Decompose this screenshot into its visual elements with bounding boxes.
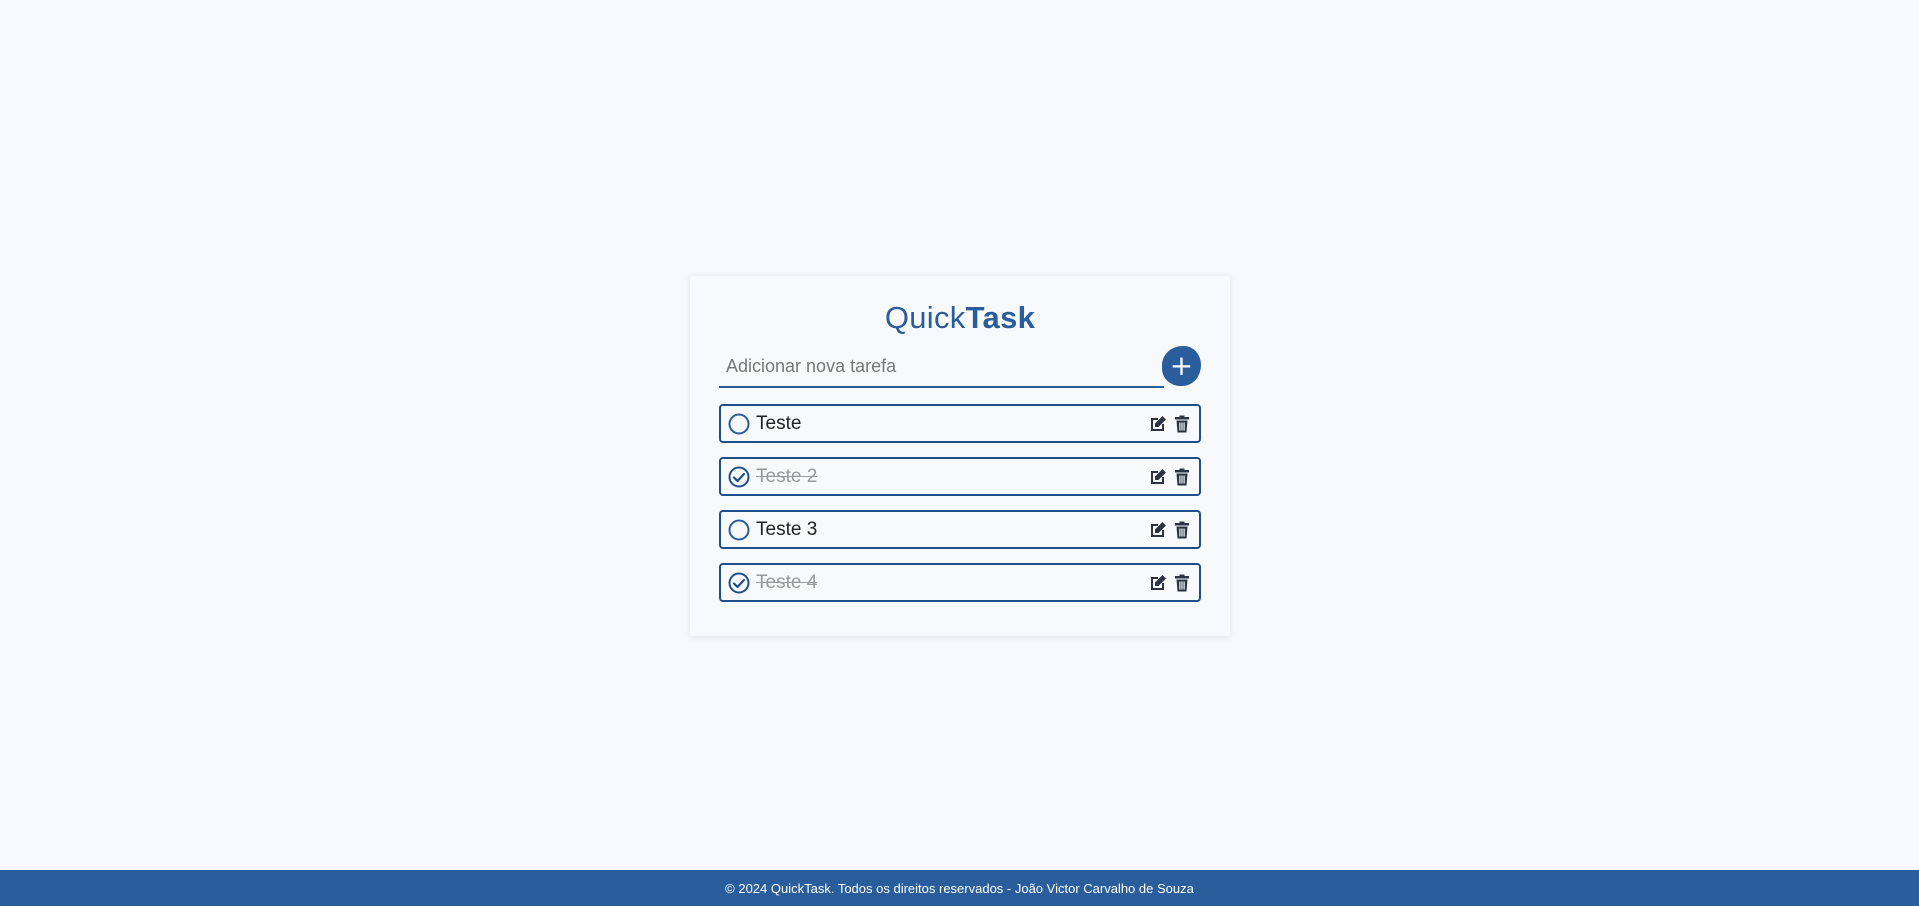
app-title: QuickTask: [719, 298, 1201, 338]
add-task-button[interactable]: +: [1162, 346, 1201, 386]
footer-copyright: © 2024 QuickTask. Todos os direitos rese…: [725, 881, 1194, 896]
trash-icon[interactable]: [1172, 520, 1192, 540]
edit-icon[interactable]: [1148, 520, 1168, 540]
footer: © 2024 QuickTask. Todos os direitos rese…: [0, 870, 1919, 906]
page: QuickTask + Teste: [0, 0, 1919, 906]
check-circle-icon[interactable]: [728, 572, 750, 594]
task-text: Teste 2: [756, 465, 818, 487]
task-actions: [1148, 467, 1192, 487]
task-text: Teste: [756, 412, 802, 434]
task-actions: [1148, 573, 1192, 593]
task-item: Teste 4: [719, 563, 1201, 602]
task-item: Teste 3: [719, 510, 1201, 549]
task-item: Teste: [719, 404, 1201, 443]
task-item: Teste 2: [719, 457, 1201, 496]
circle-icon[interactable]: [728, 519, 750, 541]
trash-icon[interactable]: [1172, 573, 1192, 593]
task-list: Teste Teste 2 Teste 3 Teste 4: [719, 404, 1201, 602]
trash-icon[interactable]: [1172, 467, 1192, 487]
add-task-row: +: [719, 346, 1201, 390]
edit-icon[interactable]: [1148, 573, 1168, 593]
task-actions: [1148, 520, 1192, 540]
task-text: Teste 3: [756, 518, 818, 540]
app-title-bold: Task: [965, 300, 1036, 335]
check-circle-icon[interactable]: [728, 466, 750, 488]
task-text: Teste 4: [756, 571, 818, 593]
app-title-light: Quick: [884, 300, 966, 335]
new-task-input[interactable]: [719, 346, 1164, 388]
todo-card: QuickTask + Teste: [690, 276, 1230, 636]
trash-icon[interactable]: [1172, 414, 1192, 434]
edit-icon[interactable]: [1148, 414, 1168, 434]
circle-icon[interactable]: [728, 413, 750, 435]
edit-icon[interactable]: [1148, 467, 1168, 487]
task-actions: [1148, 414, 1192, 434]
